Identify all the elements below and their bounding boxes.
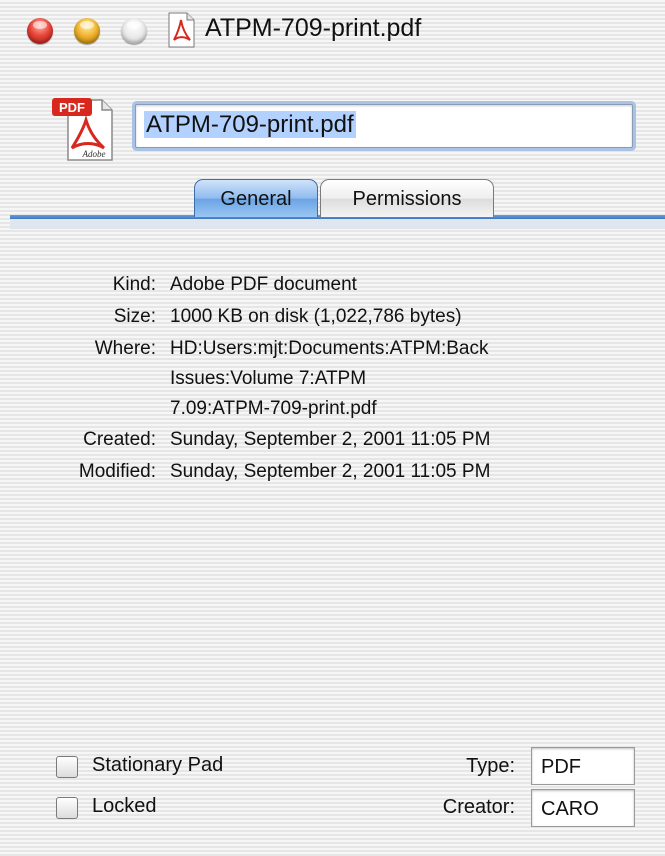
where-value-line1: HD:Users:mjt:Documents:ATPM:Back	[170, 338, 489, 359]
close-button-icon[interactable]	[27, 18, 53, 44]
created-value: Sunday, September 2, 2001 11:05 PM	[170, 429, 491, 450]
tab-general[interactable]: General	[194, 179, 318, 217]
minimize-button-icon[interactable]	[74, 18, 100, 44]
pdf-file-icon: PDF Adobe	[52, 98, 113, 161]
adobe-brand-text: Adobe	[82, 149, 106, 159]
type-field[interactable]: PDF	[531, 747, 635, 785]
locked-checkbox[interactable]	[56, 797, 78, 819]
title-bar[interactable]: ATPM-709-print.pdf	[0, 0, 665, 58]
file-name-field[interactable]: ATPM-709-print.pdf	[135, 104, 633, 148]
stationary-pad-label: Stationary Pad	[92, 754, 224, 776]
stationary-pad-checkbox[interactable]	[56, 756, 78, 778]
created-label: Created:	[83, 429, 156, 450]
where-value-line2: Issues:Volume 7:ATPM	[170, 368, 367, 389]
creator-label: Creator:	[442, 796, 515, 818]
creator-field[interactable]: CARO	[531, 789, 635, 827]
modified-value: Sunday, September 2, 2001 11:05 PM	[170, 461, 491, 482]
kind-label: Kind:	[112, 274, 156, 295]
window-title: ATPM-709-print.pdf	[205, 14, 422, 42]
where-value-line3: 7.09:ATPM-709-print.pdf	[170, 398, 377, 419]
pdf-badge-text: PDF	[59, 100, 85, 115]
tab-permissions[interactable]: Permissions	[320, 179, 494, 217]
modified-label: Modified:	[78, 461, 156, 482]
tab-panel-top	[10, 219, 665, 229]
locked-label: Locked	[92, 795, 157, 817]
where-label: Where:	[94, 338, 156, 359]
get-info-window: ATPM-709-print.pdf PDF Adobe ATPM-709-pr…	[0, 0, 665, 856]
size-label: Size:	[113, 306, 156, 327]
size-value: 1000 KB on disk (1,022,786 bytes)	[170, 306, 462, 327]
type-label: Type:	[466, 755, 515, 777]
pdf-document-icon	[168, 12, 195, 48]
zoom-button-icon[interactable]	[121, 18, 147, 44]
kind-value: Adobe PDF document	[170, 274, 357, 295]
file-name-text: ATPM-709-print.pdf	[144, 111, 356, 138]
